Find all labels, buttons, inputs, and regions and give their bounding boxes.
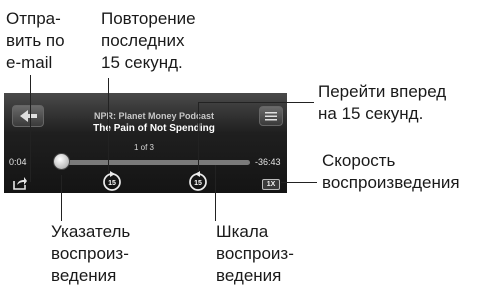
episode-title: The Pain of Not Spending bbox=[93, 123, 215, 134]
callout-playhead: Указатель воспроиз- ведения bbox=[51, 222, 131, 285]
replay-15-label: 15 bbox=[108, 180, 116, 187]
leader-line-email bbox=[30, 75, 31, 182]
skip-forward-15-label: 15 bbox=[194, 180, 202, 187]
arrow-left-icon bbox=[20, 110, 37, 122]
callout-scrubber: Шкала воспроиз- ведения bbox=[216, 222, 294, 285]
replay-15-button[interactable]: 15 bbox=[100, 169, 124, 193]
remaining-time: -36:43 bbox=[255, 157, 281, 167]
back-button[interactable] bbox=[12, 105, 44, 127]
skip-forward-15-icon: 15 bbox=[189, 171, 207, 191]
episode-list-button[interactable] bbox=[259, 106, 283, 126]
leader-line-skip-forward-h bbox=[198, 102, 314, 103]
playback-speed-button[interactable]: 1X bbox=[262, 179, 280, 190]
leader-line-scrubber bbox=[215, 165, 216, 221]
callout-skip-forward: Перейти вперед на 15 секунд. bbox=[318, 82, 447, 123]
callout-replay: Повторение последних 15 секунд. bbox=[101, 9, 196, 72]
leader-line-playhead bbox=[61, 175, 62, 221]
replay-15-icon: 15 bbox=[103, 171, 121, 191]
elapsed-time: 0:04 bbox=[9, 157, 27, 167]
leader-line-speed bbox=[281, 182, 317, 183]
leader-line-skip-forward-v bbox=[198, 102, 199, 172]
scrubber-bar[interactable] bbox=[64, 160, 250, 165]
playhead[interactable] bbox=[53, 153, 70, 170]
podcast-player-controls: NPR: Planet Money Podcast The Pain of No… bbox=[4, 93, 287, 193]
leader-line-replay bbox=[108, 78, 109, 173]
podcast-name: NPR: Planet Money Podcast bbox=[93, 111, 215, 121]
share-icon bbox=[13, 177, 27, 190]
callout-email: Отпра- вить по e-mail bbox=[6, 9, 65, 72]
skip-forward-15-button[interactable]: 15 bbox=[186, 169, 210, 193]
callout-speed: Скорость воспроизведения bbox=[322, 151, 460, 192]
episode-count: 1 of 3 bbox=[133, 143, 154, 152]
list-icon bbox=[265, 112, 277, 121]
email-button[interactable] bbox=[12, 175, 28, 191]
